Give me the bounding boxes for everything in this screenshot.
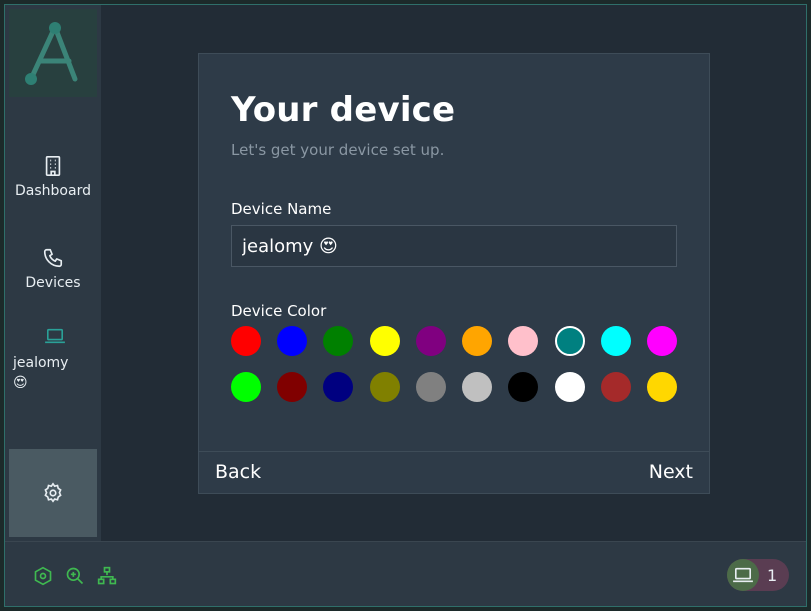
sidebar-item-dashboard[interactable]: Dashboard bbox=[5, 155, 101, 199]
device-name-input[interactable] bbox=[231, 225, 677, 267]
back-button[interactable]: Back bbox=[215, 461, 261, 483]
color-swatch[interactable] bbox=[554, 326, 585, 356]
pill-laptop bbox=[727, 559, 759, 591]
zoom-in-icon[interactable] bbox=[65, 566, 85, 586]
device-emoji: 😍 bbox=[13, 375, 28, 391]
swatch-row bbox=[231, 372, 677, 404]
app-logo bbox=[9, 9, 97, 97]
device-setup-card: Your device Let's get your device set up… bbox=[198, 53, 710, 494]
color-swatch[interactable] bbox=[369, 326, 400, 356]
color-swatch[interactable] bbox=[508, 326, 539, 356]
device-color-label: Device Color bbox=[231, 302, 327, 320]
network-icon[interactable] bbox=[97, 566, 117, 586]
swatch-row bbox=[231, 326, 677, 358]
sidebar-item-devices[interactable]: Devices bbox=[5, 247, 101, 291]
color-swatch[interactable] bbox=[231, 372, 261, 402]
color-swatch[interactable] bbox=[462, 326, 493, 356]
color-swatch[interactable] bbox=[508, 372, 539, 402]
building-icon bbox=[45, 156, 61, 176]
sidebar-item-current-device[interactable]: jealomy 😍 bbox=[13, 327, 97, 391]
device-name-label: Device Name bbox=[231, 200, 332, 218]
card-footer: Back Next bbox=[199, 451, 709, 493]
sidebar: Dashboard Devices jealomy 😍 bbox=[5, 5, 101, 541]
hexagon-icon[interactable] bbox=[33, 566, 53, 586]
sidebar-item-label: Devices bbox=[25, 275, 81, 291]
device-name-label: jealomy bbox=[13, 355, 69, 371]
color-swatch[interactable] bbox=[600, 372, 631, 402]
phone-icon bbox=[43, 248, 63, 268]
status-bar: 1 bbox=[5, 541, 806, 606]
laptop-icon bbox=[45, 328, 65, 344]
color-swatch[interactable] bbox=[231, 326, 261, 356]
settings-button[interactable] bbox=[9, 449, 97, 537]
color-swatch[interactable] bbox=[646, 372, 677, 402]
color-swatch[interactable] bbox=[369, 372, 400, 402]
color-swatch[interactable] bbox=[415, 326, 446, 356]
app-logo-icon bbox=[25, 22, 78, 85]
app-window: Dashboard Devices jealomy 😍 Your device … bbox=[4, 4, 807, 607]
page-title: Your device bbox=[231, 90, 456, 130]
color-swatch[interactable] bbox=[462, 372, 493, 402]
device-count: 1 bbox=[767, 565, 778, 585]
next-button[interactable]: Next bbox=[649, 461, 693, 483]
color-swatch[interactable] bbox=[646, 326, 677, 356]
laptop-icon bbox=[733, 567, 753, 583]
color-swatch[interactable] bbox=[323, 372, 354, 402]
sidebar-item-label: Dashboard bbox=[15, 183, 91, 199]
color-swatch[interactable] bbox=[277, 372, 308, 402]
color-swatch[interactable] bbox=[277, 326, 308, 356]
color-swatch[interactable] bbox=[554, 372, 585, 402]
color-picker bbox=[231, 326, 681, 418]
color-swatch[interactable] bbox=[323, 326, 354, 356]
color-swatch[interactable] bbox=[600, 326, 631, 356]
gear-icon bbox=[44, 482, 62, 503]
page-subtitle: Let's get your device set up. bbox=[231, 141, 445, 159]
color-swatch[interactable] bbox=[415, 372, 446, 402]
device-count-badge[interactable]: 1 bbox=[727, 559, 789, 591]
